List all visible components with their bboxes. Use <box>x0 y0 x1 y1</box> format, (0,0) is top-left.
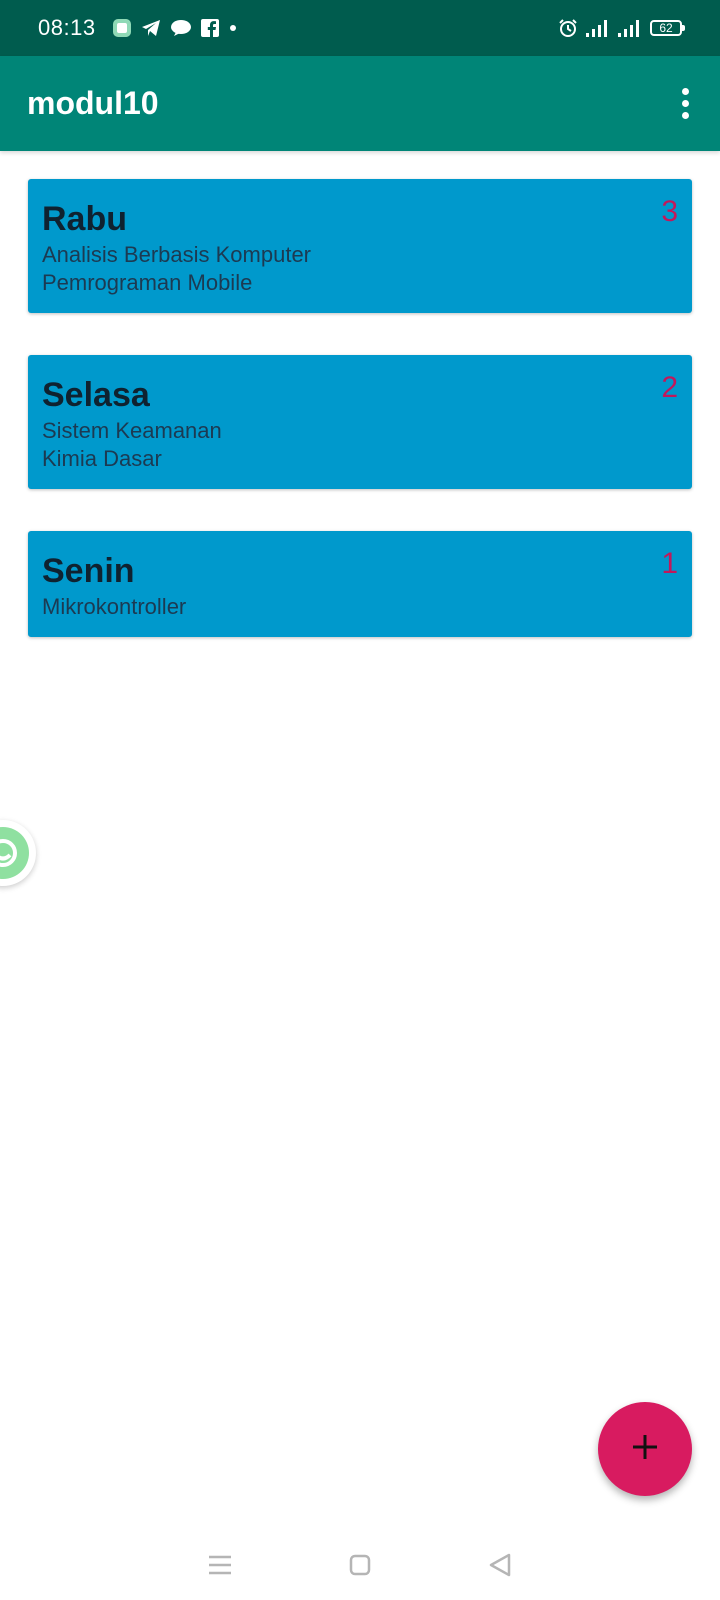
day-card[interactable]: Rabu Analisis Berbasis Komputer Pemrogra… <box>28 179 692 313</box>
day-list: Rabu Analisis Berbasis Komputer Pemrogra… <box>28 179 692 679</box>
status-time: 08:13 <box>38 15 96 40</box>
floating-assistant-icon[interactable] <box>0 820 36 886</box>
course-count: 2 <box>661 371 678 404</box>
signal-icon <box>618 19 642 37</box>
course-count: 3 <box>661 195 678 228</box>
course-name: Pemrograman Mobile <box>42 270 253 295</box>
app-bar: modul10 <box>0 56 720 151</box>
app-title: modul10 <box>27 85 159 121</box>
home-icon[interactable] <box>340 1545 380 1585</box>
course-name: Sistem Keamanan <box>42 418 222 443</box>
app-icon <box>112 18 132 38</box>
notification-icons <box>112 18 238 38</box>
plus-icon <box>630 1432 660 1467</box>
course-name: Kimia Dasar <box>42 446 162 471</box>
battery-icon: 62 <box>650 20 685 36</box>
add-fab-button[interactable] <box>598 1402 692 1496</box>
day-card[interactable]: Selasa Sistem Keamanan Kimia Dasar 2 <box>28 355 692 489</box>
day-card[interactable]: Senin Mikrokontroller 1 <box>28 531 692 637</box>
overflow-menu-icon[interactable] <box>669 80 701 128</box>
dot-icon <box>228 23 238 33</box>
signal-icon <box>586 19 610 37</box>
alarm-icon <box>558 18 578 38</box>
assistant-inner <box>0 827 29 879</box>
navigation-bar <box>0 1530 720 1600</box>
day-name: Selasa <box>42 376 150 414</box>
status-bar: 08:13 62 <box>0 0 720 56</box>
system-icons: 62 <box>558 18 685 38</box>
facebook-icon <box>200 19 219 37</box>
course-count: 1 <box>661 547 678 580</box>
back-icon[interactable] <box>480 1545 520 1585</box>
course-name: Analisis Berbasis Komputer <box>42 242 312 267</box>
menu-icon[interactable] <box>200 1545 240 1585</box>
course-name: Mikrokontroller <box>42 594 187 619</box>
telegram-icon <box>141 19 161 37</box>
day-name: Senin <box>42 552 135 590</box>
day-name: Rabu <box>42 200 127 238</box>
talk-icon <box>170 19 192 37</box>
